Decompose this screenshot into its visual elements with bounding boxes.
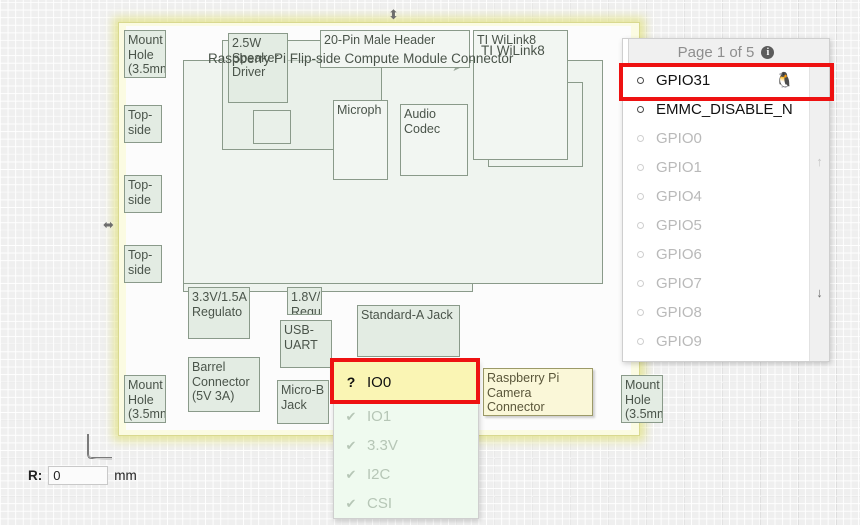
board-component[interactable]: Top-side: [124, 175, 162, 213]
question-mark-icon: ?: [346, 374, 356, 390]
board-component-label: Mount Hole (3.5mm): [128, 33, 165, 76]
io-option-3.3v[interactable]: ✔ 3.3V: [334, 431, 478, 460]
io-dropdown-menu[interactable]: ? IO0 ✔ IO1 ✔ 3.3V ✔ I2C ✔ CSI: [333, 361, 479, 519]
board-component-label: 1.8V/ Regu: [291, 290, 321, 315]
board-component[interactable]: Microph: [333, 100, 388, 180]
gpio-option-label: GPIO31: [656, 72, 711, 89]
radio-bullet-icon: [637, 106, 644, 113]
radio-bullet-icon: [637, 309, 644, 316]
board-component[interactable]: Top-side: [124, 105, 162, 143]
gpio-option-label: GPIO6: [656, 246, 702, 263]
board-component-label: Audio Codec: [404, 107, 441, 136]
radio-bullet-icon: [637, 193, 644, 200]
gpio-option-gpio4[interactable]: GPIO4: [623, 182, 810, 211]
gpio-option-label: GPIO9: [656, 333, 702, 350]
board-component-label: 3.3V/1.5A Regulato: [192, 290, 247, 319]
io-option-label: CSI: [367, 495, 393, 512]
gpio-scrollbar[interactable]: ↑ ↓: [809, 66, 829, 361]
gpio-option-gpio8[interactable]: GPIO8: [623, 298, 810, 327]
gpio-option-label: GPIO0: [656, 130, 702, 147]
board-component[interactable]: Mount Hole (3.5mm): [621, 375, 663, 423]
board-area-label: TI WiLink8: [481, 43, 545, 58]
radio-bullet-icon: [637, 280, 644, 287]
radio-bullet-icon: [637, 164, 644, 171]
gpio-dropdown-header: Page 1 of 5 i: [623, 39, 829, 67]
io-option-i2c[interactable]: ✔ I2C: [334, 460, 478, 489]
info-icon[interactable]: i: [761, 46, 775, 59]
gpio-option-emmc_disable_n[interactable]: EMMC_DISABLE_N: [623, 95, 810, 124]
io-option-io1[interactable]: ✔ IO1: [334, 402, 478, 431]
gpio-option-label: GPIO8: [656, 304, 702, 321]
corner-radius-icon: [87, 434, 112, 460]
board-component-label: Top-side: [128, 248, 153, 277]
scroll-up-arrow-icon[interactable]: ↑: [810, 154, 829, 169]
board-component-label: Mount Hole (3.5mm): [128, 378, 165, 421]
board-component[interactable]: Raspberry Pi Camera Connector: [483, 368, 593, 416]
radius-input[interactable]: [48, 466, 109, 485]
io-option-label: 3.3V: [367, 437, 398, 454]
radius-label: R:: [28, 468, 43, 483]
radio-bullet-icon: [637, 222, 644, 229]
board-component-label: Microph: [337, 103, 382, 117]
check-mark-icon: ✔: [345, 495, 357, 511]
gpio-option-label: GPIO1: [656, 159, 702, 176]
board-component-label: Raspberry Pi Camera Connector: [487, 371, 560, 414]
scroll-down-arrow-icon[interactable]: ↓: [810, 285, 829, 300]
gpio-option-gpio9[interactable]: GPIO9: [623, 327, 810, 356]
linux-penguin-icon: 🐧: [775, 72, 794, 89]
board-component[interactable]: Standard-A Jack: [357, 305, 460, 357]
board-component[interactable]: Barrel Connector (5V 3A): [188, 357, 260, 412]
board-component[interactable]: 2.5W Speaker Driver: [228, 33, 288, 103]
check-mark-icon: ✔: [345, 466, 357, 482]
board-component-label: USB-UART: [284, 323, 318, 352]
board-component-label: Standard-A Jack: [361, 308, 453, 322]
gpio-option-gpio7[interactable]: GPIO7: [623, 269, 810, 298]
radio-bullet-icon: [637, 135, 644, 142]
radio-bullet-icon: [637, 251, 644, 258]
board-component-label: 20-Pin Male Header: [324, 33, 436, 47]
check-mark-icon: ✔: [345, 437, 357, 453]
board-component[interactable]: Mount Hole (3.5mm): [124, 30, 166, 78]
gpio-dropdown-menu[interactable]: Page 1 of 5 i GPIO31 🐧 EMMC_DISABLE_N GPIO0…: [622, 38, 830, 362]
board-component[interactable]: Micro-B Jack: [277, 380, 329, 424]
gpio-option-list[interactable]: GPIO31 🐧 EMMC_DISABLE_N GPIO0 GPIO1 GPIO4 GPIO…: [623, 66, 810, 361]
board-component-label: Top-side: [128, 108, 153, 137]
resize-handle-left[interactable]: ⬌: [103, 218, 114, 231]
board-component[interactable]: Top-side: [124, 245, 162, 283]
board-pad-square: [253, 110, 291, 144]
gpio-option-gpio5[interactable]: GPIO5: [623, 211, 810, 240]
io-option-label: I2C: [367, 466, 391, 483]
board-component[interactable]: 3.3V/1.5A Regulato: [188, 287, 250, 339]
gpio-option-gpio6[interactable]: GPIO6: [623, 240, 810, 269]
board-component-label: Mount Hole (3.5mm): [625, 378, 662, 421]
gpio-option-gpio31[interactable]: GPIO31 🐧: [623, 66, 810, 95]
io-option-csi[interactable]: ✔ CSI: [334, 489, 478, 518]
board-area-label: Raspberry Pi Flip-side Compute Module Co…: [208, 51, 514, 66]
io-option-label: IO1: [367, 408, 392, 425]
board-component[interactable]: 1.8V/ Regu: [287, 287, 322, 315]
radio-bullet-icon: [637, 77, 644, 84]
board-component[interactable]: USB-UART: [280, 320, 332, 368]
resize-handle-top[interactable]: ⬍: [388, 8, 399, 21]
gpio-option-gpio1[interactable]: GPIO1: [623, 153, 810, 182]
page-indicator-label: Page 1 of 5: [677, 44, 755, 61]
radius-units-label: mm: [114, 468, 137, 483]
check-mark-icon: ✔: [345, 408, 357, 424]
board-component-label: Barrel Connector (5V 3A): [192, 360, 250, 403]
board-component[interactable]: Audio Codec: [400, 104, 468, 176]
gpio-option-label: GPIO4: [656, 188, 702, 205]
io-option-label: IO0: [367, 373, 392, 391]
board-component[interactable]: Mount Hole (3.5mm): [124, 375, 166, 423]
radio-bullet-icon: [637, 338, 644, 345]
gpio-option-label: GPIO7: [656, 275, 702, 292]
gpio-option-gpio0[interactable]: GPIO0: [623, 124, 810, 153]
io-option-io0[interactable]: ? IO0: [334, 362, 478, 402]
gpio-option-label: EMMC_DISABLE_N: [656, 101, 793, 118]
gpio-option-label: GPIO5: [656, 217, 702, 234]
board-component-label: Top-side: [128, 178, 153, 207]
board-component-label: Micro-B Jack: [281, 383, 325, 412]
